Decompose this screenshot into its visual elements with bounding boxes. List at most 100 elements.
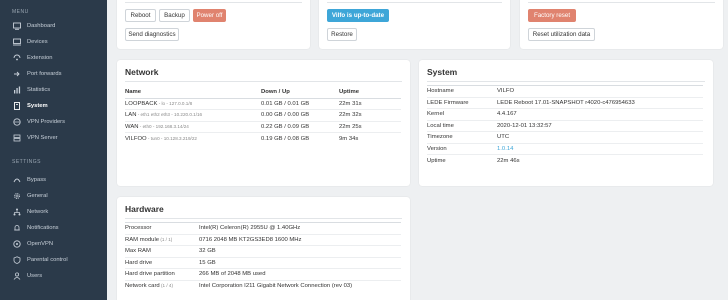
restore-button[interactable]: Restore bbox=[327, 28, 357, 41]
column-header: Name bbox=[125, 88, 142, 95]
row-label: Kernel bbox=[427, 108, 497, 120]
table-row: Processor Intel(R) Celeron(R) 2955U @ 1.4… bbox=[125, 222, 401, 234]
sidebar-item-system[interactable]: System bbox=[0, 99, 107, 113]
card-divider bbox=[427, 81, 705, 82]
card-divider bbox=[125, 2, 302, 3]
traffic-cell: 0.00 GB / 0.00 GB bbox=[261, 109, 339, 121]
update-card: Vilfo is up-to-date Restore bbox=[319, 0, 510, 49]
row-label: Max RAM bbox=[125, 245, 199, 257]
system-title: System bbox=[427, 67, 458, 77]
sidebar-item-label: Devices bbox=[27, 39, 48, 45]
sidebar-item-parental-control[interactable]: Parental control bbox=[0, 253, 107, 267]
sidebar-item-label: Extension bbox=[27, 55, 53, 61]
version-link[interactable]: 1.0.14 bbox=[497, 146, 513, 152]
bypass-icon bbox=[12, 175, 22, 185]
sidebar-item-vpn-providers[interactable]: VPN Providers bbox=[0, 115, 107, 129]
interface-detail: - tun0 - 10.128.3.219/22 bbox=[146, 135, 197, 141]
card-divider bbox=[528, 2, 715, 3]
settings-section-label: SETTINGS bbox=[12, 159, 42, 165]
gear-icon bbox=[12, 191, 22, 201]
row-value: LEDE Reboot 17.01-SNAPSHOT r4020-c476954… bbox=[497, 96, 703, 109]
sidebar-item-label: Dashboard bbox=[27, 23, 56, 29]
table-row: Uptime 22m 46s bbox=[427, 154, 703, 166]
sidebar-item-statistics[interactable]: Statistics bbox=[0, 83, 107, 97]
label-cell: RAM module (1 / 1) bbox=[125, 233, 199, 246]
sidebar-item-vpn-server[interactable]: VPN Server bbox=[0, 131, 107, 145]
sidebar-item-label: Port forwards bbox=[27, 71, 62, 77]
traffic-cell: 0.01 GB / 0.01 GB bbox=[261, 97, 339, 110]
row-label: Version bbox=[427, 142, 497, 155]
table-row: Kernel 4.4.167 bbox=[427, 108, 703, 120]
update-status-button[interactable]: Vilfo is up-to-date bbox=[327, 9, 389, 22]
statistics-icon bbox=[12, 85, 22, 95]
sidebar-item-general[interactable]: General bbox=[0, 189, 107, 203]
table-row: RAM module (1 / 1) 0716 2048 MB KT2GS3ED8… bbox=[125, 233, 401, 246]
interface-name: WAN bbox=[125, 123, 139, 130]
column-header: Uptime bbox=[339, 88, 359, 95]
interface-detail: - eth1 eth2 eth3 - 10.220.0.1/16 bbox=[136, 112, 203, 118]
devices-icon bbox=[12, 37, 22, 47]
table-row: LOOPBACK - lo - 127.0.0.1/8 0.01 GB / 0.… bbox=[125, 97, 401, 110]
row-label: LEDE Firmware bbox=[427, 96, 497, 109]
table-row: Hard drive 15 GB bbox=[125, 256, 401, 269]
sidebar-item-label: VPN Providers bbox=[27, 119, 66, 125]
sidebar-item-label: Parental control bbox=[27, 257, 68, 263]
label-cell: Network card (1 / 4) bbox=[125, 279, 199, 292]
row-value: 266 MB of 2048 MB used bbox=[199, 268, 401, 280]
interface-cell: VILFOO - tun0 - 10.128.3.219/22 bbox=[125, 132, 261, 144]
system-table: Hostname VILFO LEDE Firmware LEDE Reboot 1… bbox=[427, 85, 703, 166]
row-label: Hostname bbox=[427, 85, 497, 97]
row-label-count: (1 / 1) bbox=[159, 236, 173, 242]
reset-utilization-button[interactable]: Reset utilization data bbox=[528, 28, 595, 41]
table-row: Timezone UTC bbox=[427, 131, 703, 143]
row-value: 32 GB bbox=[199, 245, 401, 257]
sidebar-item-network[interactable]: Network bbox=[0, 205, 107, 219]
send-diagnostics-button[interactable]: Send diagnostics bbox=[125, 28, 179, 41]
sidebar-item-bypass[interactable]: Bypass bbox=[0, 173, 107, 187]
factory-reset-button[interactable]: Factory reset bbox=[528, 9, 576, 22]
row-label: Local time bbox=[427, 119, 497, 132]
sidebar-item-notifications[interactable]: Notifications bbox=[0, 221, 107, 235]
table-row: Hostname VILFO bbox=[427, 85, 703, 97]
row-label: RAM module bbox=[125, 236, 160, 243]
sidebar-item-label: General bbox=[27, 193, 48, 199]
bell-icon bbox=[12, 223, 22, 233]
sidebar-item-label: OpenVPN bbox=[27, 241, 54, 247]
traffic-cell: 0.19 GB / 0.08 GB bbox=[261, 132, 339, 144]
uptime-cell: 22m 32s bbox=[339, 109, 401, 121]
interface-detail: - lo - 127.0.0.1/8 bbox=[157, 100, 193, 106]
row-value: UTC bbox=[497, 131, 703, 143]
row-value: Intel Corporation I211 Gigabit Network C… bbox=[199, 279, 401, 292]
row-value: 4.4.167 bbox=[497, 108, 703, 120]
sidebar-item-port-forwards[interactable]: Port forwards bbox=[0, 67, 107, 81]
row-label: Hard drive partition bbox=[125, 268, 199, 280]
vpn-providers-icon bbox=[12, 117, 22, 127]
table-row: Max RAM 32 GB bbox=[125, 245, 401, 257]
row-value: 15 GB bbox=[199, 256, 401, 269]
interface-name: VILFOO bbox=[125, 135, 147, 142]
table-row: Local time 2020-12-01 13:32:57 bbox=[427, 119, 703, 132]
table-header-row: Name Down / Up Uptime bbox=[125, 86, 401, 98]
users-icon bbox=[12, 271, 22, 281]
row-value: 2020-12-01 13:32:57 bbox=[497, 119, 703, 132]
sidebar-item-openvpn[interactable]: OpenVPN bbox=[0, 237, 107, 251]
uptime-cell: 9m 34s bbox=[339, 132, 401, 144]
sidebar-item-users[interactable]: Users bbox=[0, 269, 107, 283]
hardware-table: Processor Intel(R) Celeron(R) 2955U @ 1.4… bbox=[125, 222, 401, 292]
network-card: Network Name Down / Up Uptime LOOPBACK -… bbox=[117, 60, 410, 186]
sidebar-item-dashboard[interactable]: Dashboard bbox=[0, 19, 107, 33]
table-row: VILFOO - tun0 - 10.128.3.219/22 0.19 GB … bbox=[125, 132, 401, 144]
maintenance-card: Factory reset Reset utilization data bbox=[520, 0, 723, 49]
hardware-card: Hardware Processor Intel(R) Celeron(R) 29… bbox=[117, 197, 410, 300]
power-off-button[interactable]: Power off bbox=[193, 9, 226, 22]
vpn-server-icon bbox=[12, 133, 22, 143]
interface-name: LAN bbox=[125, 112, 137, 119]
sidebar-item-devices[interactable]: Devices bbox=[0, 35, 107, 49]
row-label: Hard drive bbox=[125, 256, 199, 269]
sidebar-item-extension[interactable]: Extension bbox=[0, 51, 107, 65]
sidebar-item-label: Network bbox=[27, 209, 49, 215]
card-divider bbox=[125, 81, 402, 82]
sidebar-item-label: System bbox=[27, 103, 48, 109]
backup-button[interactable]: Backup bbox=[159, 9, 190, 22]
reboot-button[interactable]: Reboot bbox=[125, 9, 156, 22]
